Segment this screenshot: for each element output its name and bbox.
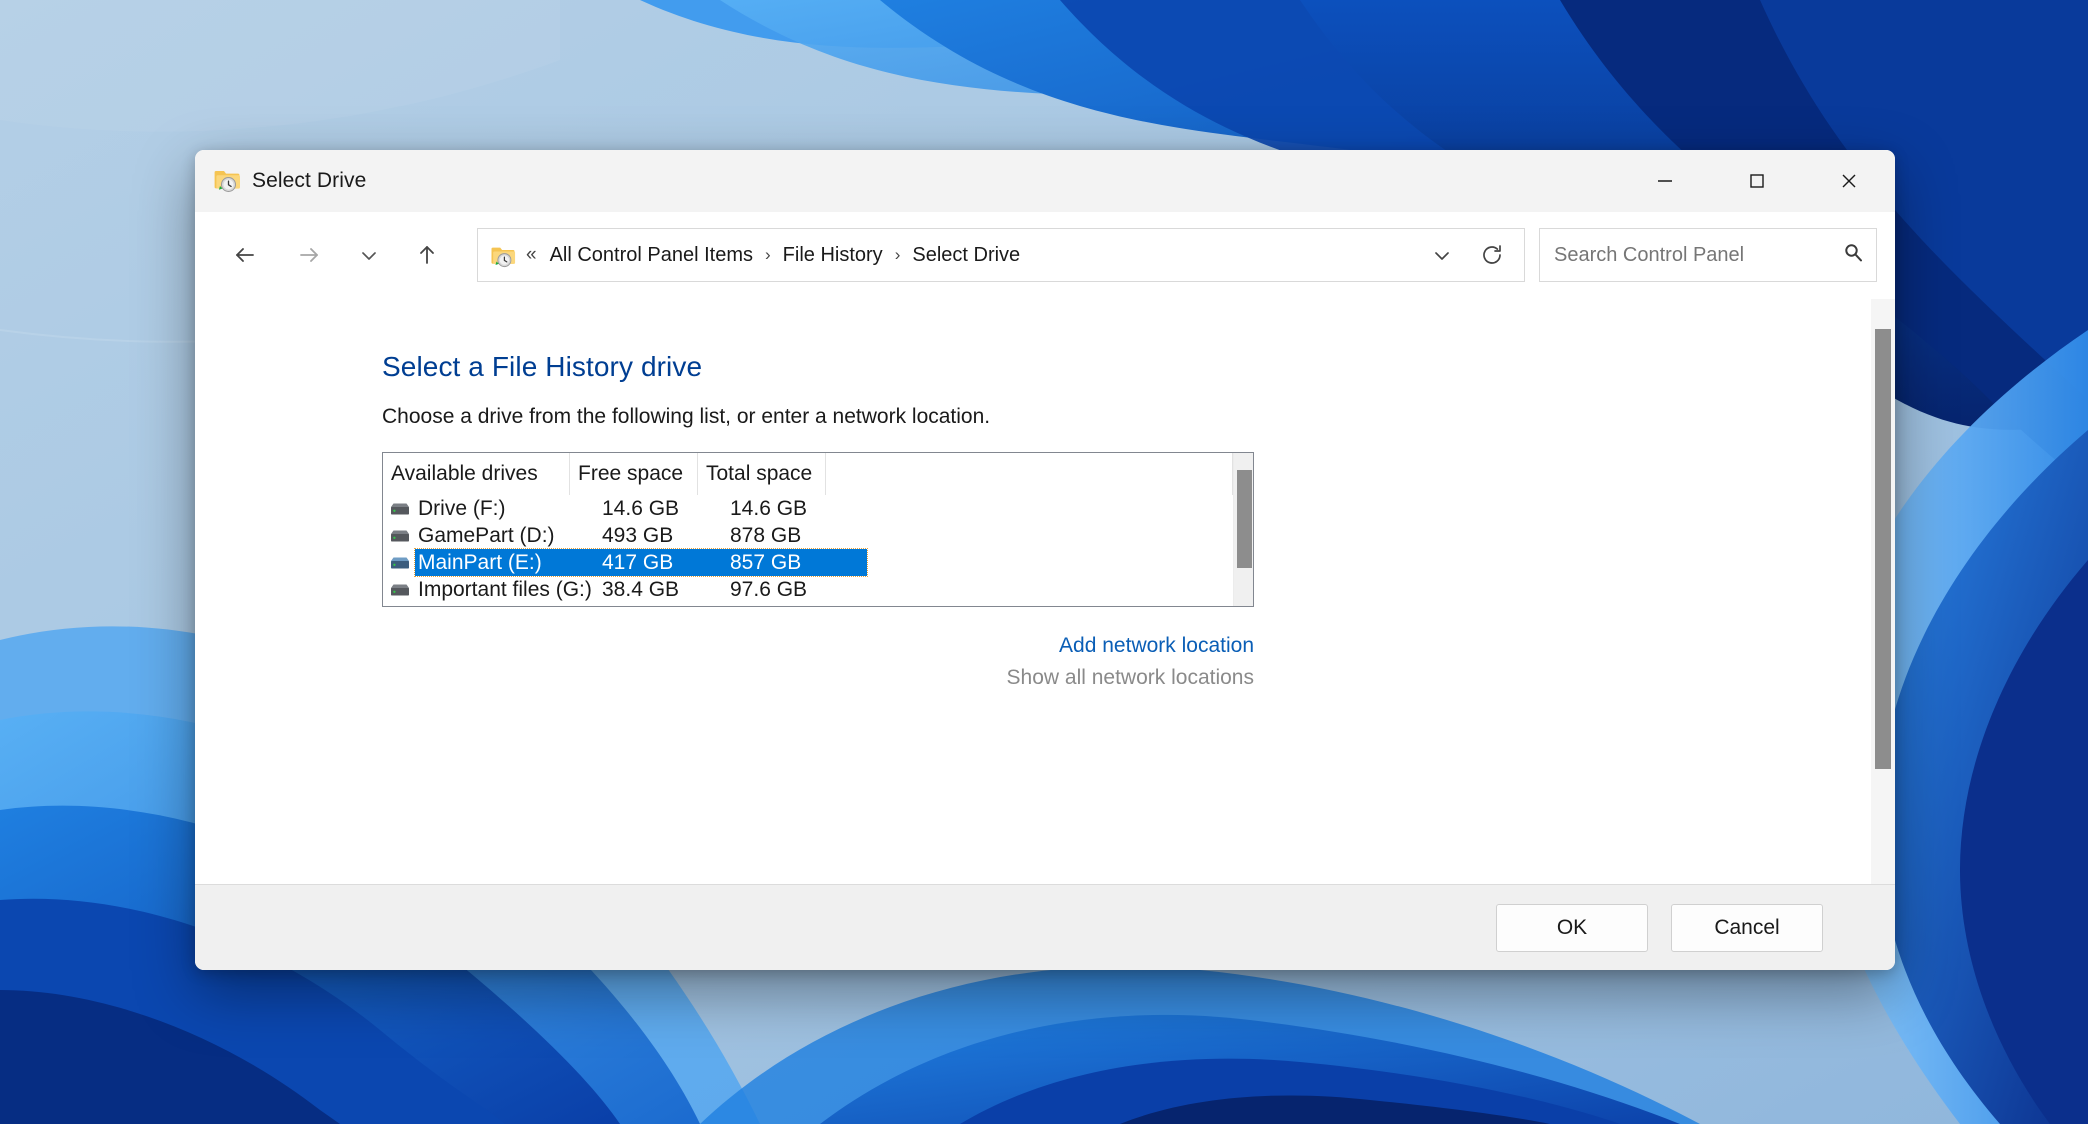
table-row[interactable]: Important files (G:) 38.4 GB 97.6 GB: [383, 576, 1233, 603]
drive-free-space: 38.4 GB: [602, 577, 680, 601]
cancel-button[interactable]: Cancel: [1671, 903, 1823, 952]
drive-list[interactable]: Available drives Free space Total space: [382, 452, 1254, 607]
breadcrumb-item-file-history[interactable]: File History: [776, 239, 890, 272]
column-header-total-space[interactable]: Total space: [698, 453, 826, 495]
drive-name: MainPart (E:): [418, 550, 542, 574]
address-dropdown-chevron-down-icon[interactable]: [1418, 232, 1466, 278]
column-header-available-drives[interactable]: Available drives: [383, 453, 570, 495]
address-bar[interactable]: « All Control Panel Items › File History…: [477, 228, 1525, 282]
drive-free-space: 97.4 GB: [602, 605, 730, 607]
drive-list-scrollbar[interactable]: [1233, 453, 1253, 606]
add-network-location-link[interactable]: Add network location: [382, 630, 1254, 662]
drive-list-rows: Drive (F:) 14.6 GB 14.6 GB GamePart (D:)…: [383, 495, 1233, 606]
drive-total-space: 14.6 GB: [730, 496, 808, 520]
row-fields: Important files (G:) 38.4 GB 97.6 GB: [415, 576, 867, 603]
dialog-body: Select a File History drive Choose a dri…: [195, 298, 1895, 884]
drive-free-space: 493 GB: [602, 523, 674, 547]
content-pane: Select a File History drive Choose a dri…: [195, 299, 1871, 884]
breadcrumb-separator-icon: ›: [894, 245, 901, 264]
drive-name: GamePart (D:): [418, 523, 555, 547]
file-history-folder-icon: [213, 165, 241, 198]
window-controls: [1619, 150, 1895, 212]
drive-total-space: 99.9 GB: [730, 605, 858, 607]
show-all-network-locations-link[interactable]: Show all network locations: [382, 662, 1254, 694]
drive-list-inner: Available drives Free space Total space: [383, 453, 1233, 606]
recent-locations-chevron-down-icon[interactable]: [345, 229, 393, 281]
row-fields: ToPart (T:) 97.4 GB 99.9 GB: [415, 603, 867, 607]
window-title: Select Drive: [252, 169, 367, 192]
network-location-links: Add network location Show all network lo…: [382, 630, 1254, 694]
column-header-empty: [826, 453, 1233, 495]
hard-drive-icon: [389, 501, 415, 517]
content-scrollbar-thumb[interactable]: [1875, 329, 1891, 769]
page-subtitle: Choose a drive from the following list, …: [382, 405, 991, 428]
row-fields: Drive (F:) 14.6 GB 14.6 GB: [415, 495, 867, 522]
page-title: Select a File History drive: [382, 351, 703, 382]
hard-drive-icon: [389, 528, 415, 544]
drive-name: Important files (G:): [418, 577, 592, 601]
drive-total-space: 97.6 GB: [730, 577, 808, 601]
table-row[interactable]: GamePart (D:) 493 GB 878 GB: [383, 522, 1233, 549]
table-row[interactable]: ToPart (T:) 97.4 GB 99.9 GB: [383, 603, 1233, 607]
select-drive-window: Select Drive « All Control Panel Items ›…: [195, 150, 1895, 970]
ok-button[interactable]: OK: [1496, 903, 1648, 952]
row-fields: GamePart (D:) 493 GB 878 GB: [415, 522, 867, 549]
minimize-button[interactable]: [1619, 150, 1711, 212]
breadcrumb-overflow-icon[interactable]: «: [522, 244, 543, 266]
breadcrumb-separator-icon: ›: [765, 245, 771, 264]
breadcrumb-item-all-control-panel-items[interactable]: All Control Panel Items: [543, 239, 760, 272]
breadcrumb: « All Control Panel Items › File History…: [516, 239, 1418, 272]
search-box[interactable]: [1539, 228, 1877, 282]
drive-free-space: 14.6 GB: [602, 496, 680, 520]
drive-list-scrollbar-thumb[interactable]: [1237, 470, 1252, 568]
column-header-free-space[interactable]: Free space: [570, 453, 698, 495]
search-icon[interactable]: [1840, 240, 1866, 271]
table-row[interactable]: Drive (F:) 14.6 GB 14.6 GB: [383, 495, 1233, 522]
breadcrumb-item-select-drive[interactable]: Select Drive: [905, 239, 1027, 272]
address-bar-actions: [1418, 232, 1516, 278]
title-bar: Select Drive: [195, 150, 1895, 212]
dialog-footer: OK Cancel: [195, 884, 1895, 970]
drive-name: ToPart (T:): [418, 605, 602, 607]
back-button[interactable]: [217, 229, 273, 281]
hard-drive-icon: [389, 555, 415, 571]
up-button[interactable]: [399, 229, 455, 281]
address-folder-icon: [490, 242, 516, 268]
content-scrollbar[interactable]: [1871, 299, 1895, 884]
drive-total-space: 857 GB: [730, 550, 802, 574]
forward-button[interactable]: [281, 229, 337, 281]
title-bar-left: Select Drive: [195, 165, 366, 198]
drive-name: Drive (F:): [418, 496, 506, 520]
table-row-selected[interactable]: MainPart (E:) 417 GB 857 GB: [383, 548, 1233, 577]
maximize-button[interactable]: [1711, 150, 1803, 212]
drive-total-space: 878 GB: [730, 523, 802, 547]
close-button[interactable]: [1803, 150, 1895, 212]
drive-list-header: Available drives Free space Total space: [383, 453, 1233, 495]
search-input[interactable]: [1554, 243, 1840, 267]
hard-drive-icon: [389, 582, 415, 598]
row-fields: MainPart (E:) 417 GB 857 GB: [414, 548, 868, 577]
navigation-bar: « All Control Panel Items › File History…: [195, 212, 1895, 298]
drive-free-space: 417 GB: [602, 550, 674, 574]
refresh-icon[interactable]: [1468, 232, 1516, 278]
